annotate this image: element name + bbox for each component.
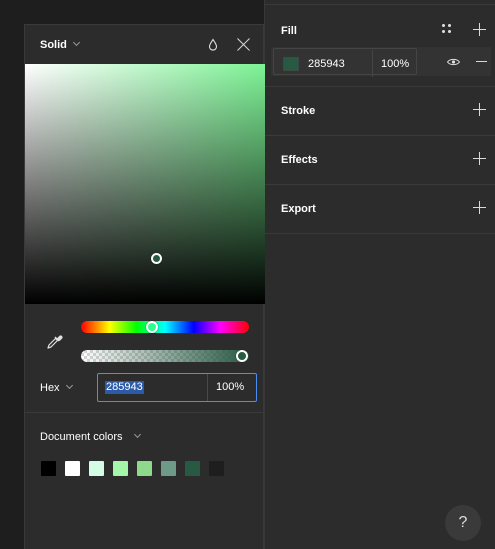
fill-layer-row[interactable]: 285943 100%: [271, 47, 491, 77]
opacity-slider-handle[interactable]: [236, 350, 248, 362]
panel-top-divider: [265, 4, 495, 5]
color-handle[interactable]: [151, 253, 162, 264]
section-divider: [265, 86, 495, 87]
style-grid-icon[interactable]: [442, 24, 452, 34]
eye-icon[interactable]: [447, 58, 460, 66]
saturation-brightness-area[interactable]: [25, 64, 265, 304]
properties-panel: Fill 285943 100% Stroke Effects Export ?: [264, 0, 495, 549]
fill-opacity-value[interactable]: 100%: [381, 58, 409, 70]
document-color-swatch[interactable]: [185, 461, 200, 476]
help-button[interactable]: ?: [445, 505, 481, 541]
add-stroke-icon[interactable]: [473, 103, 487, 117]
hue-slider-handle[interactable]: [146, 321, 158, 333]
fill-section-title: Fill: [281, 25, 297, 37]
section-divider: [265, 135, 495, 136]
document-color-swatch[interactable]: [41, 461, 56, 476]
fill-color-swatch[interactable]: [283, 57, 299, 71]
add-export-icon[interactable]: [473, 201, 487, 215]
section-divider: [265, 233, 495, 234]
section-divider: [265, 184, 495, 185]
add-effect-icon[interactable]: [473, 152, 487, 166]
hue-slider[interactable]: [81, 321, 249, 333]
picker-divider: [25, 412, 265, 413]
stroke-section-title: Stroke: [281, 105, 316, 117]
document-color-swatch[interactable]: [113, 461, 128, 476]
document-color-swatch[interactable]: [65, 461, 80, 476]
chevron-down-icon[interactable]: [133, 430, 142, 439]
fill-color-field[interactable]: 285943 100%: [273, 48, 417, 77]
effects-section-title: Effects: [281, 154, 318, 166]
hex-input-value[interactable]: 285943: [105, 381, 144, 394]
hex-input-separator: [207, 374, 208, 401]
drop-icon[interactable]: [207, 38, 219, 52]
export-section-title: Export: [281, 203, 316, 215]
color-picker-popover: Solid Hex 285943 100% Document colors: [24, 24, 265, 549]
add-fill-icon[interactable]: [473, 23, 487, 37]
chevron-down-icon[interactable]: [65, 381, 74, 390]
document-color-swatch[interactable]: [209, 461, 224, 476]
close-icon[interactable]: [237, 38, 250, 51]
fill-hex-value[interactable]: 285943: [308, 58, 345, 70]
chevron-down-icon[interactable]: [72, 38, 81, 47]
color-format-dropdown[interactable]: Hex: [40, 382, 60, 394]
document-color-swatch[interactable]: [137, 461, 152, 476]
opacity-slider[interactable]: [81, 350, 249, 362]
document-colors-dropdown[interactable]: Document colors: [40, 431, 123, 443]
document-color-swatch[interactable]: [89, 461, 104, 476]
fill-field-separator: [372, 50, 373, 77]
hex-input[interactable]: 285943 100%: [97, 373, 257, 402]
remove-fill-icon[interactable]: [476, 61, 487, 62]
eyedropper-icon[interactable]: [45, 333, 63, 351]
picker-header: Solid: [25, 25, 265, 64]
fill-type-dropdown[interactable]: Solid: [40, 39, 67, 51]
opacity-input[interactable]: 100%: [216, 381, 244, 393]
document-color-swatch[interactable]: [161, 461, 176, 476]
